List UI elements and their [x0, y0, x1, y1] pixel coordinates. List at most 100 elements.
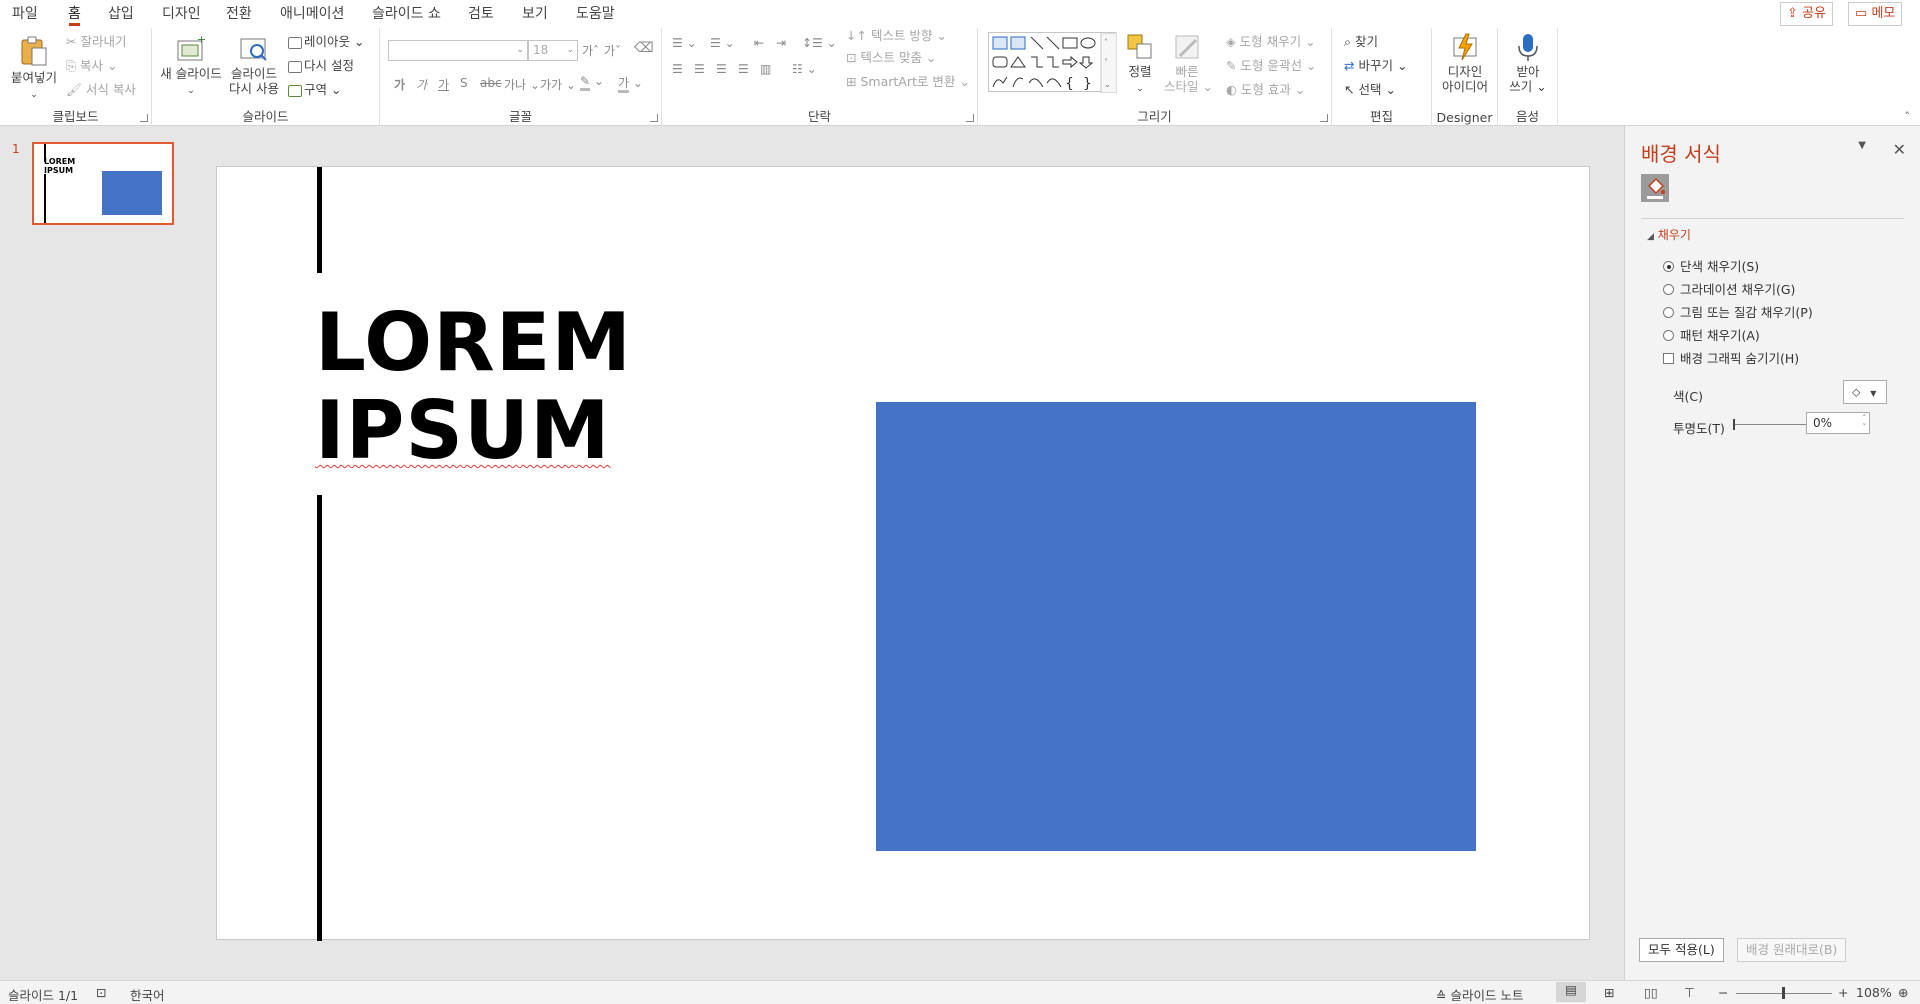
close-icon[interactable]: ✕ — [1893, 140, 1906, 159]
group-label-clipboard: 클립보드 — [52, 109, 99, 124]
zoom-level[interactable]: 108% — [1856, 985, 1892, 1000]
solid-fill-radio[interactable]: 단색 채우기(S) — [1663, 256, 1759, 275]
transparency-spinner[interactable]: 0% ˄ ˅ — [1806, 412, 1870, 434]
tab-slideshow[interactable]: 슬라이드 쇼 — [372, 0, 441, 28]
drawing-launcher-icon[interactable] — [1320, 114, 1328, 122]
select-button[interactable]: ↖ 선택 ⌄ — [1344, 82, 1396, 98]
italic-button[interactable]: 가 — [416, 76, 427, 93]
pattern-fill-radio[interactable]: 패턴 채우기(A) — [1663, 325, 1760, 344]
find-button[interactable]: ⌕ 찾기 — [1344, 34, 1378, 50]
highlight-button[interactable]: ✎ ⌄ — [580, 74, 604, 91]
zoom-out-icon[interactable]: − — [1718, 985, 1728, 1000]
font-name-combo[interactable]: ⌄ — [388, 40, 528, 61]
shadow-button[interactable]: S — [460, 76, 468, 90]
tab-transitions[interactable]: 전환 — [226, 0, 252, 28]
font-launcher-icon[interactable] — [650, 114, 658, 122]
design-ideas-button[interactable]: 디자인 아이디어 — [1436, 32, 1494, 94]
change-case-button[interactable]: 가가 ⌄ — [540, 76, 576, 93]
numbering-icon[interactable]: ☰ ⌄ — [710, 36, 735, 50]
tab-insert[interactable]: 삽입 — [108, 0, 134, 28]
new-slide-icon: + — [177, 34, 206, 61]
replace-button[interactable]: ⇄ 바꾸기 ⌄ — [1344, 58, 1407, 74]
align-text-button[interactable]: ⊡ 텍스트 맞춤 ⌄ — [846, 50, 936, 66]
accessibility-icon[interactable]: ⊡ — [96, 985, 106, 1000]
section-button[interactable]: 구역 ⌄ — [288, 82, 341, 98]
copy-button[interactable]: ⎘ 복사 ⌄ — [66, 58, 117, 74]
tab-design[interactable]: 디자인 — [162, 0, 201, 28]
strikethrough-button[interactable]: abc — [480, 76, 502, 90]
tab-home[interactable]: 홈 — [68, 0, 81, 28]
pane-options-chevron-icon[interactable]: ▼ — [1858, 140, 1866, 151]
increase-indent-icon[interactable]: ⇥ — [776, 36, 786, 50]
bold-button[interactable]: 가 — [394, 76, 405, 93]
align-center-icon[interactable]: ☰ — [694, 62, 705, 76]
slide-title[interactable]: LOREM IPSUM — [315, 299, 632, 475]
reset-button[interactable]: 다시 설정 — [288, 58, 354, 74]
gradient-fill-radio[interactable]: 그라데이션 채우기(G) — [1663, 279, 1795, 298]
normal-view-icon[interactable]: ▤ — [1556, 982, 1586, 1002]
slide-sorter-view-icon[interactable]: ⊞ — [1604, 985, 1614, 1000]
shape-fill-button[interactable]: ◈ 도형 채우기 ⌄ — [1226, 34, 1316, 50]
comments-button[interactable]: ▭ 메모 — [1848, 2, 1903, 26]
char-spacing-button[interactable]: 가나 ⌄ — [504, 76, 540, 93]
slide-thumbnail-1[interactable]: LOREM IPSUM — [32, 142, 174, 225]
format-painter-button[interactable]: 🖌 서식 복사 — [66, 82, 136, 98]
spinner-arrows-icon[interactable]: ˄ ˅ — [1863, 414, 1867, 432]
arrange-button[interactable]: 정렬 ⌄ — [1122, 32, 1158, 97]
paste-button[interactable]: 붙여넣기 ⌄ — [6, 34, 62, 103]
font-color-button[interactable]: 가 ⌄ — [618, 74, 643, 93]
tab-view[interactable]: 보기 — [522, 0, 548, 28]
justify-icon[interactable]: ☰ — [738, 62, 749, 76]
reset-background-button[interactable]: 배경 원래대로(B) — [1737, 938, 1847, 962]
transparency-slider-handle[interactable] — [1733, 419, 1735, 430]
language-indicator[interactable]: 한국어 — [130, 985, 165, 1004]
fill-tab-paint-bucket-icon[interactable] — [1641, 174, 1669, 202]
reading-view-icon[interactable]: ▯▯ — [1644, 985, 1658, 1000]
text-direction-button[interactable]: ↓↑ 텍스트 방향 ⌄ — [846, 28, 947, 44]
fill-color-button[interactable]: ⬦ ▼ — [1843, 380, 1887, 404]
vertical-line-bottom[interactable] — [317, 495, 322, 941]
share-button[interactable]: ⇪ 공유 — [1780, 2, 1833, 26]
reuse-slides-button[interactable]: 슬라이드 다시 사용 — [226, 34, 282, 96]
bullets-icon[interactable]: ☰ ⌄ — [672, 36, 697, 50]
slideshow-view-icon[interactable]: ⊤ — [1684, 985, 1695, 1000]
vertical-line-top[interactable] — [317, 167, 322, 273]
quick-styles-button[interactable]: 빠른 스타일 ⌄ — [1164, 32, 1213, 94]
slide-canvas[interactable]: LOREM IPSUM — [216, 166, 1590, 941]
text-columns-icon[interactable]: ☷ ⌄ — [792, 62, 817, 76]
tab-animations[interactable]: 애니메이션 — [280, 0, 344, 28]
zoom-slider-handle[interactable] — [1782, 987, 1785, 999]
fit-to-window-icon[interactable]: ⊕ — [1898, 985, 1908, 1000]
new-slide-button[interactable]: + 새 슬라이드 ⌄ — [158, 34, 224, 99]
shape-outline-button[interactable]: ✎ 도형 윤곽선 ⌄ — [1226, 58, 1316, 74]
apply-to-all-button[interactable]: 모두 적용(L) — [1639, 938, 1724, 962]
picture-texture-fill-radio[interactable]: 그림 또는 질감 채우기(P) — [1663, 302, 1813, 321]
tab-review[interactable]: 검토 — [468, 0, 494, 28]
tab-help[interactable]: 도움말 — [576, 0, 615, 28]
blue-rectangle-shape[interactable] — [876, 402, 1476, 851]
grow-font-button[interactable]: 가ˆ — [582, 42, 599, 59]
align-left-icon[interactable]: ☰ — [672, 62, 683, 76]
shrink-font-button[interactable]: 가ˇ — [604, 42, 621, 59]
zoom-in-icon[interactable]: + — [1838, 985, 1848, 1000]
dictate-button[interactable]: 받아 쓰기 ⌄ — [1502, 32, 1554, 94]
paragraph-launcher-icon[interactable] — [966, 114, 974, 122]
cut-button[interactable]: ✂ 잘라내기 — [66, 34, 126, 50]
clear-formatting-icon[interactable]: ⌫ — [634, 40, 654, 56]
underline-button[interactable]: 가 — [438, 76, 449, 93]
collapse-ribbon-icon[interactable]: ˄ — [1905, 110, 1911, 123]
line-spacing-icon[interactable]: ↕☰ ⌄ — [802, 36, 837, 50]
clipboard-launcher-icon[interactable] — [140, 114, 148, 122]
fill-section-header[interactable]: ◢ 채우기 — [1647, 226, 1691, 243]
notes-button[interactable]: ≙ 슬라이드 노트 — [1436, 985, 1523, 1004]
layout-button[interactable]: 레이아웃 ⌄ — [288, 34, 364, 50]
align-right-icon[interactable]: ☰ — [716, 62, 727, 76]
font-size-combo[interactable]: 18 ⌄ — [528, 40, 578, 61]
columns-icon[interactable]: ▥ — [760, 62, 771, 76]
shapes-gallery[interactable]: { } ˄ ˅ ⌄ — [988, 32, 1118, 94]
hide-background-graphics-checkbox[interactable]: 배경 그래픽 숨기기(H) — [1663, 348, 1799, 367]
smartart-button[interactable]: ⊞ SmartArt로 변환 ⌄ — [846, 74, 970, 90]
tab-file[interactable]: 파일 — [12, 0, 38, 28]
shape-effects-button[interactable]: ◐ 도형 효과 ⌄ — [1226, 82, 1305, 98]
decrease-indent-icon[interactable]: ⇤ — [754, 36, 764, 50]
